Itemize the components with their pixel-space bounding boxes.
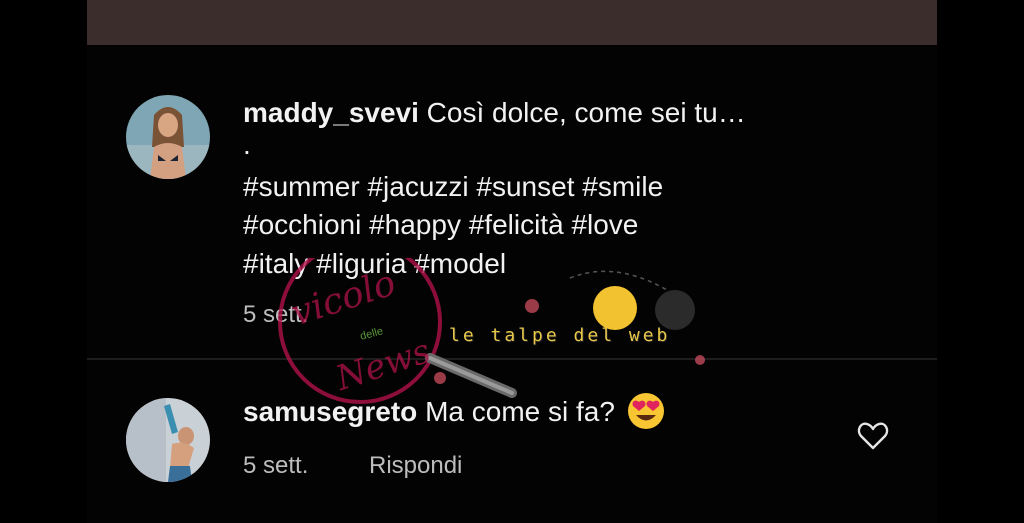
reply-button[interactable]: Rispondi (369, 452, 462, 480)
comment-1-first-line: maddy_svevi Così dolce, come sei tu… (243, 94, 746, 132)
avatar-samusegreto[interactable] (126, 398, 210, 482)
comment-1-text-line-4: #occhioni #happy #felicità #love (243, 209, 639, 240)
left-black-border (0, 0, 87, 523)
right-black-border (937, 0, 1024, 523)
heart-eyes-emoji-icon (627, 392, 664, 429)
avatar-image (126, 398, 210, 482)
comment-1-text-line-2: . (243, 129, 251, 160)
username-maddy-svevi[interactable]: maddy_svevi (243, 97, 419, 128)
watermark-news-text: News (331, 331, 436, 399)
username-samusegreto[interactable]: samusegreto (243, 396, 417, 427)
comment-1-text-line-3: #summer #jacuzzi #sunset #smile (243, 171, 664, 202)
comment-2-timestamp: 5 sett. (243, 452, 309, 479)
comment-2-first-line: samusegreto Ma come si fa? (243, 392, 665, 433)
like-heart-icon[interactable] (857, 421, 889, 451)
comment-1-text-line-5: #italy #liguria #model (243, 248, 507, 279)
comment-divider (87, 358, 937, 360)
comment-1-timestamp: 5 sett. (243, 301, 309, 328)
watermark-small-text: delle (358, 325, 385, 343)
top-photo-strip (87, 0, 937, 45)
avatar-maddy-svevi[interactable] (126, 95, 210, 179)
comment-2-text: Ma come si fa? (425, 396, 615, 427)
watermark-banner-text: le talpe del web (449, 325, 671, 346)
avatar-image (126, 95, 210, 179)
comment-1-text-line-1: Così dolce, come sei tu… (426, 97, 746, 128)
